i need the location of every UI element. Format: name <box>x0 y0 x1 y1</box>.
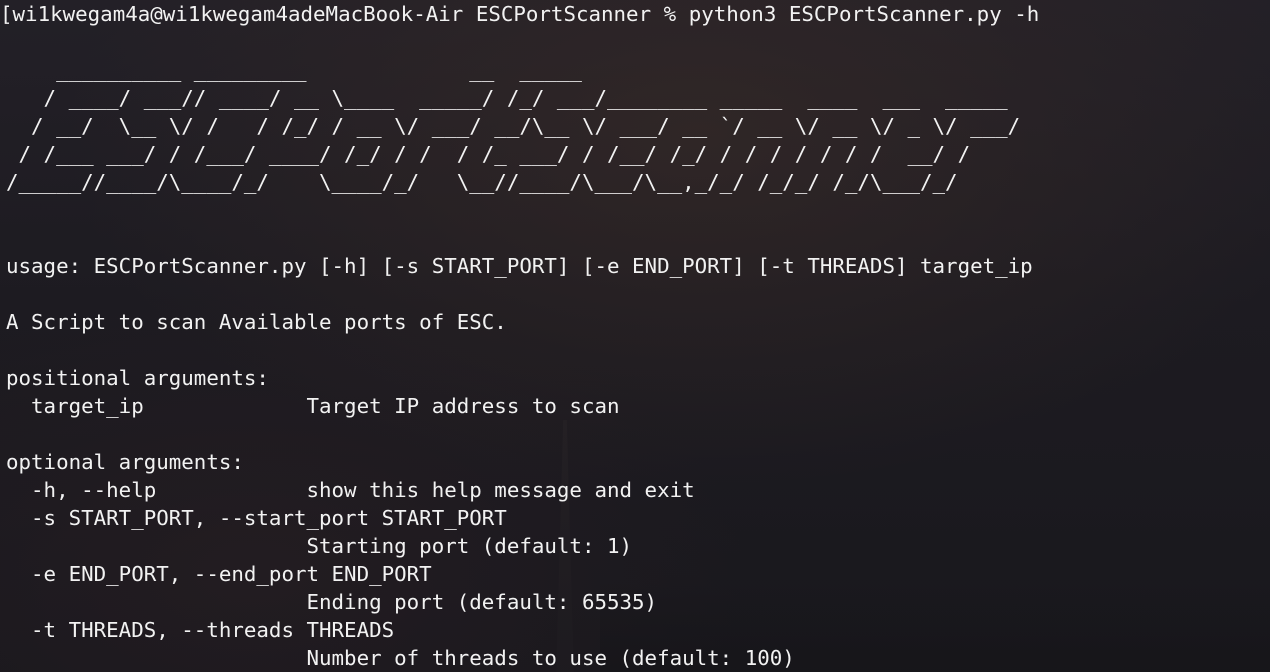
description-line: A Script to scan Available ports of ESC. <box>6 310 507 334</box>
optional-help-flag: -h, --help <box>6 478 307 502</box>
optional-arg-start-port: -s START_PORT, --start_port START_PORT <box>6 506 507 530</box>
banner-line-3: / __/ \__ \/ / / /_/ / __ \/ ___/ __/\__… <box>6 114 1021 138</box>
optional-start-port-help: Starting port (default: 1) <box>6 534 633 558</box>
positional-arg-help: Target IP address to scan <box>306 394 620 418</box>
positional-arg-target-ip: target_ip Target IP address to scan <box>6 392 620 420</box>
optional-arg-help: -h, --help show this help message and ex… <box>6 476 695 504</box>
banner-line-2: / ____/ ___// ____/ __ \____ _____/ /_/ … <box>6 86 1008 110</box>
shell-prompt-line: [wi1kwegam4a@wi1kwegam4adeMacBook-Air ES… <box>0 0 1039 28</box>
optional-arg-end-port: -e END_PORT, --end_port END_PORT <box>6 562 432 586</box>
optional-help-text: show this help message and exit <box>306 478 695 502</box>
prompt-user-host: wi1kwegam4a@wi1kwegam4adeMacBook-Air <box>12 2 464 26</box>
usage-line: usage: ESCPortScanner.py [-h] [-s START_… <box>6 254 1033 278</box>
prompt-symbol: % <box>663 2 677 26</box>
prompt-cwd: ESCPortScanner <box>475 2 652 26</box>
banner-line-1: __________ _________ __ _____ <box>6 58 582 82</box>
terminal-window[interactable]: [wi1kwegam4a@wi1kwegam4adeMacBook-Air ES… <box>0 0 1270 672</box>
positional-arg-flag: target_ip <box>6 394 307 418</box>
banner-line-5: /_____//____/\____/_/ \____/_/ \__//____… <box>6 170 958 194</box>
positional-header: positional arguments: <box>6 366 269 390</box>
prompt-bracket: [ <box>0 2 13 26</box>
optional-arg-threads: -t THREADS, --threads THREADS <box>6 618 395 642</box>
optional-end-port-help: Ending port (default: 65535) <box>6 590 658 614</box>
banner-line-4: / /___ ___/ / /___/ ____/ /_/ / / / /_ _… <box>6 142 971 166</box>
optional-threads-help: Number of threads to use (default: 100) <box>6 646 795 670</box>
prompt-command: python3 ESCPortScanner.py -h <box>688 2 1040 26</box>
optional-header: optional arguments: <box>6 450 244 474</box>
